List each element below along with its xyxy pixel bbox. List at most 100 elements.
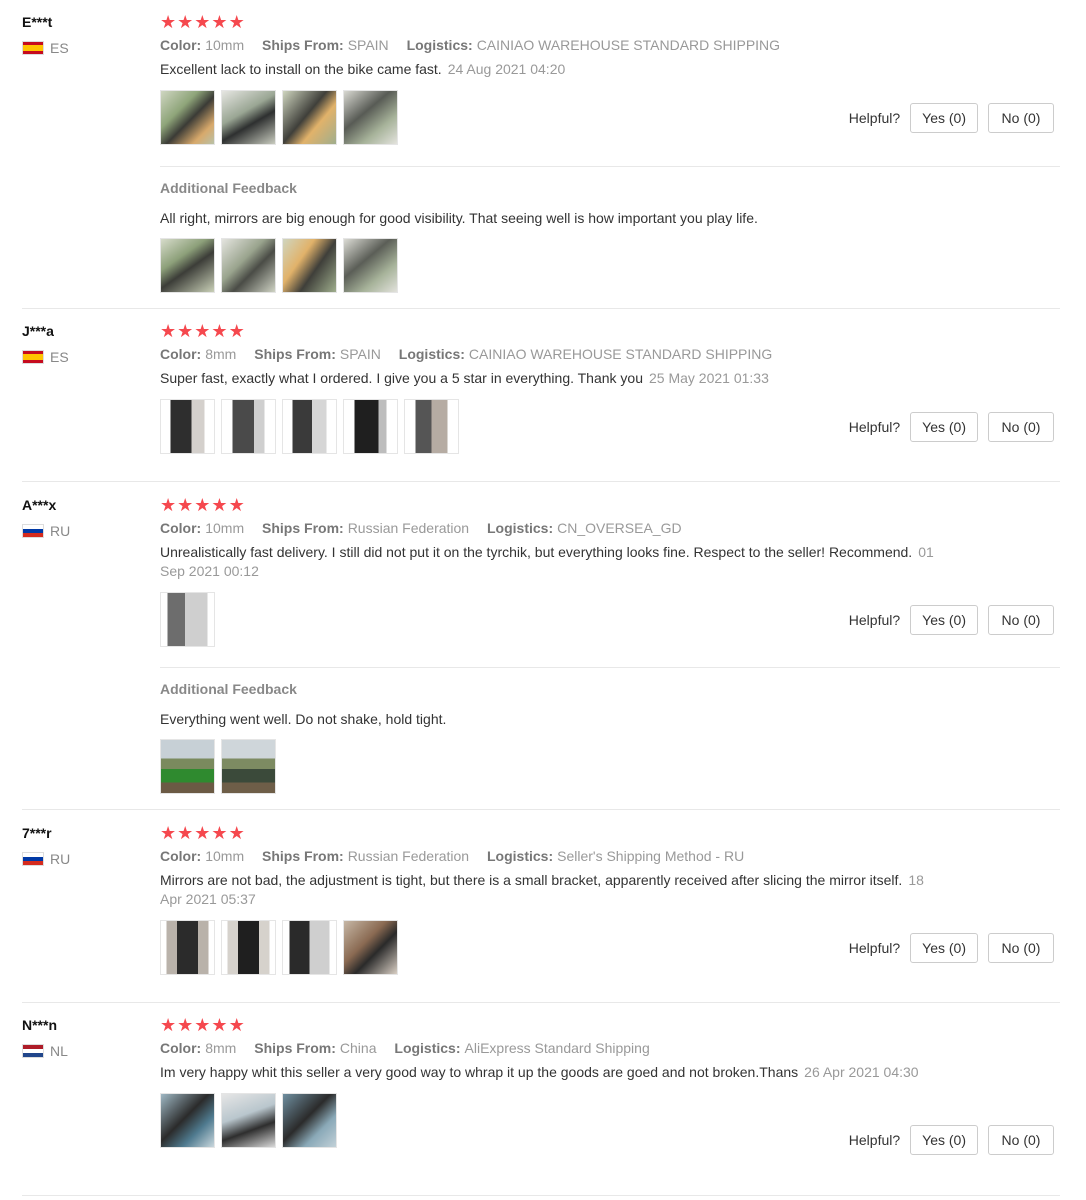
star-icon: ★ xyxy=(228,495,245,516)
spain-flag-icon xyxy=(22,41,44,55)
review-photo[interactable] xyxy=(160,399,215,454)
color-value: 10mm xyxy=(205,37,245,53)
reviewer-country: RU xyxy=(22,523,70,539)
ships-from-label: Ships From: xyxy=(262,520,344,536)
review-photo[interactable] xyxy=(160,238,215,293)
star-icon: ★ xyxy=(194,495,211,516)
review-text: Mirrors are not bad, the adjustment is t… xyxy=(160,871,940,909)
helpful-label: Helpful? xyxy=(848,940,901,956)
helpful-yes-button[interactable]: Yes (0) xyxy=(910,1125,978,1155)
review-photo[interactable] xyxy=(160,90,215,145)
star-rating: ★ ★ ★ ★ ★ xyxy=(160,14,1060,32)
helpful-votes: Helpful? Yes (0) No (0) xyxy=(849,412,1054,442)
star-icon: ★ xyxy=(160,12,177,33)
helpful-label: Helpful? xyxy=(848,1132,901,1148)
review-text: Unrealistically fast delivery. I still d… xyxy=(160,543,940,581)
reviewer-name: N***n xyxy=(22,1017,58,1033)
star-icon: ★ xyxy=(194,12,211,33)
logistics-value: AliExpress Standard Shipping xyxy=(464,1040,650,1056)
ships-from-value: Russian Federation xyxy=(347,520,470,536)
review-item: 7***r RU ★ ★ ★ ★ ★ Color: 10mm Ships From: Rus… xyxy=(22,825,1060,1003)
star-rating: ★ ★ ★ ★ ★ xyxy=(160,1017,1060,1035)
logistics-label: Logistics: xyxy=(398,346,465,362)
helpful-no-button[interactable]: No (0) xyxy=(988,605,1054,635)
review-item: N***n NL ★ ★ ★ ★ ★ Color: 8mm Ships From: Chin… xyxy=(22,1017,1060,1196)
review-photo[interactable] xyxy=(282,399,337,454)
review-photo[interactable] xyxy=(282,1093,337,1148)
review-photo[interactable] xyxy=(160,592,215,647)
review-meta: Color: 8mm Ships From: China Logistics: Ali… xyxy=(160,1040,1060,1056)
review-photo[interactable] xyxy=(160,739,215,794)
review-photo[interactable] xyxy=(160,1093,215,1148)
logistics-value: CAINIAO WAREHOUSE STANDARD SHIPPING xyxy=(468,346,773,362)
logistics-label: Logistics: xyxy=(486,520,554,536)
review-photo[interactable] xyxy=(221,1093,276,1148)
review-photo[interactable] xyxy=(160,920,215,975)
color-value: 8mm xyxy=(205,346,237,362)
additional-feedback-photos xyxy=(160,739,276,794)
country-code: NL xyxy=(50,1043,68,1059)
star-icon: ★ xyxy=(160,1015,177,1036)
star-icon: ★ xyxy=(177,12,194,33)
star-icon: ★ xyxy=(160,321,177,342)
color-value: 8mm xyxy=(205,1040,237,1056)
helpful-yes-button[interactable]: Yes (0) xyxy=(910,412,978,442)
color-label: Color: xyxy=(160,37,202,53)
star-icon: ★ xyxy=(160,495,177,516)
reviewer-country: ES xyxy=(22,40,69,56)
review-body: Excellent lack to install on the bike ca… xyxy=(160,61,442,77)
review-text: Im very happy whit this seller a very go… xyxy=(160,1063,940,1082)
helpful-votes: Helpful? Yes (0) No (0) xyxy=(849,605,1054,635)
star-icon: ★ xyxy=(211,1015,228,1036)
star-icon: ★ xyxy=(228,321,245,342)
logistics-label: Logistics: xyxy=(394,1040,461,1056)
review-photo[interactable] xyxy=(343,238,398,293)
additional-feedback-text: All right, mirrors are big enough for go… xyxy=(160,210,758,226)
helpful-yes-button[interactable]: Yes (0) xyxy=(910,605,978,635)
reviewer-name: J***a xyxy=(22,323,54,339)
helpful-yes-button[interactable]: Yes (0) xyxy=(910,933,978,963)
reviewer-country: NL xyxy=(22,1043,68,1059)
color-label: Color: xyxy=(160,520,202,536)
spain-flag-icon xyxy=(22,350,44,364)
review-photo[interactable] xyxy=(221,739,276,794)
star-icon: ★ xyxy=(228,823,245,844)
ships-from-label: Ships From: xyxy=(262,37,344,53)
additional-feedback-photos xyxy=(160,238,398,293)
additional-feedback-title: Additional Feedback xyxy=(160,681,297,697)
country-code: RU xyxy=(50,851,71,867)
review-photo[interactable] xyxy=(221,399,276,454)
additional-feedback-text: Everything went well. Do not shake, hold… xyxy=(160,711,447,727)
ships-from-value: SPAIN xyxy=(347,37,389,53)
color-value: 10mm xyxy=(205,520,245,536)
review-photo[interactable] xyxy=(282,90,337,145)
helpful-no-button[interactable]: No (0) xyxy=(988,103,1054,133)
color-label: Color: xyxy=(160,346,202,362)
review-photo[interactable] xyxy=(221,920,276,975)
review-meta: Color: 8mm Ships From: SPAIN Logistics: CAI… xyxy=(160,346,1060,362)
reviewer-country: ES xyxy=(22,349,69,365)
review-photo[interactable] xyxy=(343,920,398,975)
additional-feedback-title: Additional Feedback xyxy=(160,180,297,196)
logistics-label: Logistics: xyxy=(406,37,473,53)
helpful-no-button[interactable]: No (0) xyxy=(988,412,1054,442)
review-photo[interactable] xyxy=(343,399,398,454)
review-photo[interactable] xyxy=(343,90,398,145)
logistics-value: CAINIAO WAREHOUSE STANDARD SHIPPING xyxy=(476,37,781,53)
review-text: Excellent lack to install on the bike ca… xyxy=(160,60,940,79)
star-icon: ★ xyxy=(211,321,228,342)
review-photo[interactable] xyxy=(221,238,276,293)
star-rating: ★ ★ ★ ★ ★ xyxy=(160,497,1060,515)
review-body: Unrealistically fast delivery. I still d… xyxy=(160,544,913,560)
review-photo[interactable] xyxy=(282,920,337,975)
helpful-no-button[interactable]: No (0) xyxy=(988,1125,1054,1155)
reviewer-name: E***t xyxy=(22,14,53,30)
netherlands-flag-icon xyxy=(22,1044,44,1058)
review-photo[interactable] xyxy=(404,399,459,454)
review-photo[interactable] xyxy=(221,90,276,145)
review-photo[interactable] xyxy=(282,238,337,293)
country-code: RU xyxy=(50,523,71,539)
helpful-no-button[interactable]: No (0) xyxy=(988,933,1054,963)
review-item: A***x RU ★ ★ ★ ★ ★ Color: 10mm Ships From: Rus… xyxy=(22,497,1060,810)
helpful-yes-button[interactable]: Yes (0) xyxy=(910,103,978,133)
